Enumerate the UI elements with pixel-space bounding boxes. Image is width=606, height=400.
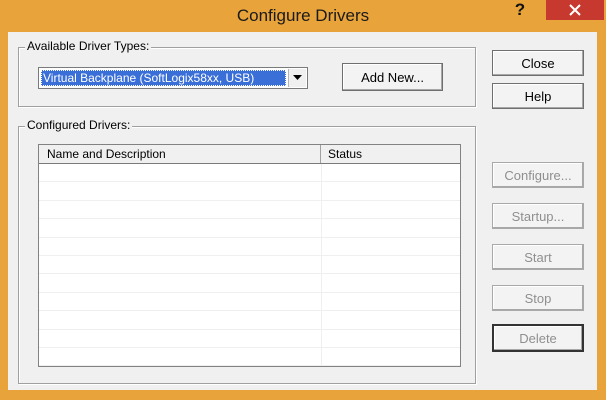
list-item xyxy=(39,201,460,220)
window-close-button[interactable] xyxy=(546,0,604,20)
stop-button[interactable]: Stop xyxy=(492,285,584,311)
list-item xyxy=(39,238,460,256)
list-header: Name and Description Status xyxy=(39,145,460,164)
help-label: Help xyxy=(524,88,552,104)
list-item xyxy=(39,293,460,312)
list-item xyxy=(39,274,460,293)
available-driver-types-label: Available Driver Types: xyxy=(25,39,152,53)
list-item xyxy=(39,311,460,330)
title-bar: Configure Drivers ? xyxy=(0,0,606,32)
add-new-label: Add New... xyxy=(361,69,424,85)
list-item xyxy=(39,219,460,238)
list-item xyxy=(39,330,460,348)
chevron-down-icon xyxy=(293,75,302,80)
close-button[interactable]: Close xyxy=(492,50,584,76)
dialog-body: Available Driver Types: Virtual Backplan… xyxy=(8,32,597,390)
configured-drivers-list[interactable]: Name and Description Status xyxy=(38,144,461,367)
context-help-button[interactable]: ? xyxy=(506,0,534,22)
list-item xyxy=(39,164,460,183)
start-label: Start xyxy=(524,249,552,265)
configured-drivers-label: Configured Drivers: xyxy=(25,118,133,132)
stop-label: Stop xyxy=(524,290,552,306)
startup-label: Startup... xyxy=(511,208,565,224)
list-item xyxy=(39,182,460,201)
list-item xyxy=(39,348,460,367)
configure-button[interactable]: Configure... xyxy=(492,162,584,188)
add-new-button[interactable]: Add New... xyxy=(342,63,443,91)
configure-label: Configure... xyxy=(504,167,572,183)
list-item xyxy=(39,256,460,275)
start-button[interactable]: Start xyxy=(492,244,584,270)
column-header-name[interactable]: Name and Description xyxy=(39,145,321,163)
list-body xyxy=(39,164,460,367)
startup-button[interactable]: Startup... xyxy=(492,203,584,229)
delete-label: Delete xyxy=(519,330,557,346)
close-label: Close xyxy=(521,55,555,71)
driver-type-selected-value: Virtual Backplane (SoftLogix58xx, USB) xyxy=(41,70,286,86)
driver-type-select[interactable]: Virtual Backplane (SoftLogix58xx, USB) xyxy=(38,67,308,89)
delete-button[interactable]: Delete xyxy=(492,324,584,352)
dropdown-arrow-button[interactable] xyxy=(288,69,306,87)
help-button[interactable]: Help xyxy=(492,83,584,109)
column-header-status[interactable]: Status xyxy=(321,145,460,163)
close-icon xyxy=(569,4,581,16)
